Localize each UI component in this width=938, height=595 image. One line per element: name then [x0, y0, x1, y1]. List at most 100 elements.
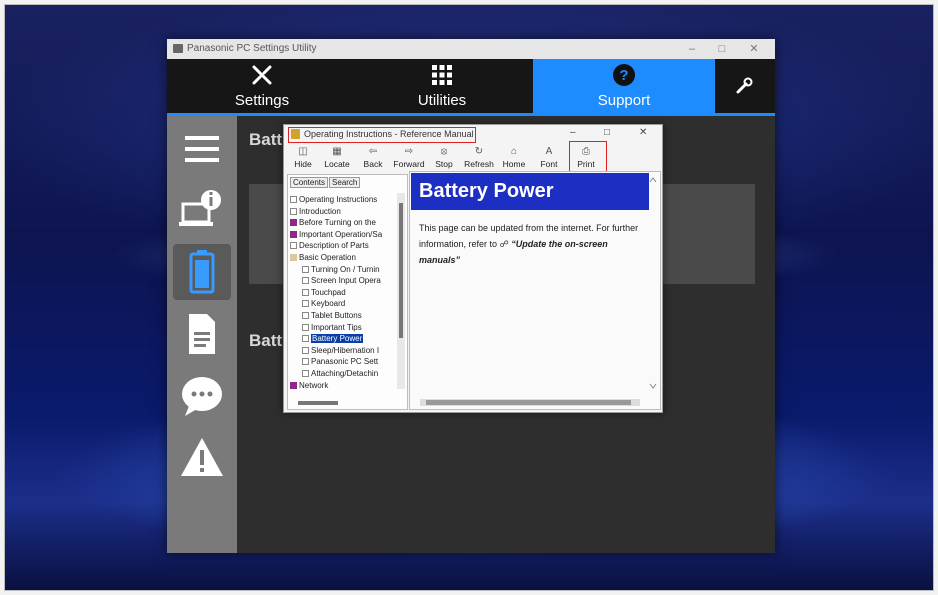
locate-button[interactable]: ▦ Locate	[320, 145, 354, 169]
battery-icon	[189, 250, 215, 294]
home-button[interactable]: ⌂ Home	[497, 145, 531, 169]
refresh-button[interactable]: ↻ Refresh	[462, 145, 496, 169]
stop-label: Stop	[435, 159, 453, 169]
tab-utilities-label: Utilities	[417, 92, 467, 109]
tree-item[interactable]: Important Operation/Sa	[290, 229, 394, 241]
tree-tabs: Contents Search	[290, 177, 361, 189]
tree-item[interactable]: Important Tips	[290, 322, 394, 334]
page-icon	[302, 346, 309, 354]
page-icon	[290, 196, 297, 203]
chat-icon	[182, 377, 222, 416]
page-icon	[290, 242, 297, 250]
page-icon	[302, 277, 309, 285]
sidebar-item-messages[interactable]	[173, 368, 231, 424]
back-label: Back	[363, 159, 383, 169]
hide-label: Hide	[294, 159, 312, 169]
tree-scroll-thumb[interactable]	[399, 203, 403, 338]
title-highlight-box	[288, 127, 476, 143]
page-icon	[302, 311, 309, 319]
tree-item[interactable]: Turning On / Turnin	[290, 264, 394, 276]
page-icon	[302, 323, 309, 331]
tree-item[interactable]: Basic Operation	[290, 252, 394, 264]
topic-horizontal-scrollbar[interactable]	[420, 399, 640, 406]
app-title: Panasonic PC Settings Utility	[187, 43, 317, 54]
contents-tree: Contents Search Operating Instructions In…	[287, 174, 408, 410]
sidebar-item-manual[interactable]	[173, 306, 231, 362]
tree-item[interactable]: Panasonic PC Sett	[290, 356, 394, 368]
forward-icon: ⇨	[404, 146, 414, 157]
content-heading-battery-2: Batt	[249, 331, 283, 350]
page-icon	[290, 207, 297, 215]
tree-item[interactable]: Keyboard	[290, 298, 394, 310]
help-minimize-button[interactable]: –	[570, 127, 576, 138]
wrench-icon[interactable]	[735, 77, 753, 95]
tree-item[interactable]: Network	[290, 380, 394, 392]
refresh-icon: ↻	[474, 146, 484, 157]
tree-item[interactable]: Introduction	[290, 206, 394, 218]
back-button[interactable]: ⇦ Back	[356, 145, 390, 169]
topic-title: Battery Power	[419, 180, 554, 202]
sidebar-item-menu[interactable]	[173, 122, 231, 178]
pc-info-icon	[179, 190, 221, 226]
svg-text:?: ?	[619, 67, 628, 84]
tree-item-selected[interactable]: Battery Power	[290, 333, 394, 345]
tab-support[interactable]: ? Support	[533, 59, 715, 113]
tab-utilities[interactable]: Utilities	[397, 59, 487, 113]
page-icon	[302, 300, 309, 308]
font-label: Font	[540, 159, 558, 169]
tools-icon	[252, 65, 272, 85]
home-label: Home	[502, 159, 526, 169]
page-icon	[302, 288, 309, 296]
photo-background: Panasonic PC Settings Utility – □ ✕ Sett…	[4, 4, 934, 591]
sidebar-item-warning[interactable]	[173, 430, 231, 486]
link-icon: ☍	[499, 239, 509, 249]
maximize-button[interactable]: □	[713, 41, 731, 57]
font-icon: A	[545, 146, 553, 157]
print-highlight-box	[569, 141, 607, 174]
tree-vertical-scrollbar[interactable]	[397, 193, 405, 389]
page-icon	[302, 335, 309, 343]
locate-label: Locate	[324, 159, 350, 169]
tab-search[interactable]: Search	[329, 177, 361, 188]
tab-settings-label: Settings	[234, 92, 290, 109]
help-window: Operating Instructions - Reference Manua…	[283, 124, 663, 413]
tab-settings[interactable]: Settings	[217, 59, 307, 113]
tree-items: Operating Instructions Introduction Befo…	[290, 194, 394, 391]
tree-item[interactable]: Touchpad	[290, 287, 394, 299]
open-book-icon	[290, 253, 297, 261]
help-close-button[interactable]: ✕	[639, 127, 647, 138]
sidebar-item-battery[interactable]	[173, 244, 231, 300]
help-maximize-button[interactable]: □	[604, 127, 610, 138]
home-icon: ⌂	[510, 146, 518, 157]
content-heading-battery: Batt	[249, 130, 283, 149]
stop-button[interactable]: ⦻ Stop	[427, 145, 461, 169]
topic-scroll-thumb[interactable]	[426, 400, 631, 405]
forward-button[interactable]: ⇨ Forward	[392, 145, 426, 169]
tree-horizontal-scrollbar[interactable]	[298, 401, 338, 405]
tree-item[interactable]: Operating Instructions	[290, 194, 394, 206]
tab-contents[interactable]: Contents	[290, 177, 329, 188]
book-icon	[290, 230, 297, 238]
minimize-button[interactable]: –	[683, 41, 701, 57]
refresh-label: Refresh	[464, 159, 494, 169]
tree-item[interactable]: Before Turning on the	[290, 217, 394, 229]
close-button[interactable]: ✕	[745, 41, 763, 57]
tree-item[interactable]: Attaching/Detachin	[290, 368, 394, 380]
help-icon: ?	[613, 64, 635, 86]
page-icon	[302, 265, 309, 273]
topic-vertical-scrollbar[interactable]	[648, 174, 658, 394]
tree-item[interactable]: Screen Input Opera	[290, 275, 394, 287]
hamburger-icon	[185, 136, 219, 162]
sidebar-item-pc-info[interactable]	[173, 182, 231, 238]
hide-button[interactable]: ◫ Hide	[286, 145, 320, 169]
font-button[interactable]: A Font	[532, 145, 566, 169]
tree-item[interactable]: Description of Parts	[290, 240, 394, 252]
tree-item[interactable]: Tablet Buttons	[290, 310, 394, 322]
tab-support-label: Support	[597, 92, 651, 109]
book-icon	[290, 381, 297, 389]
app-nav: Settings Utilities ? Support	[167, 59, 775, 116]
page-icon	[302, 369, 309, 377]
forward-label: Forward	[393, 159, 425, 169]
tree-item[interactable]: Sleep/Hibernation I	[290, 345, 394, 357]
sidebar	[167, 116, 237, 553]
